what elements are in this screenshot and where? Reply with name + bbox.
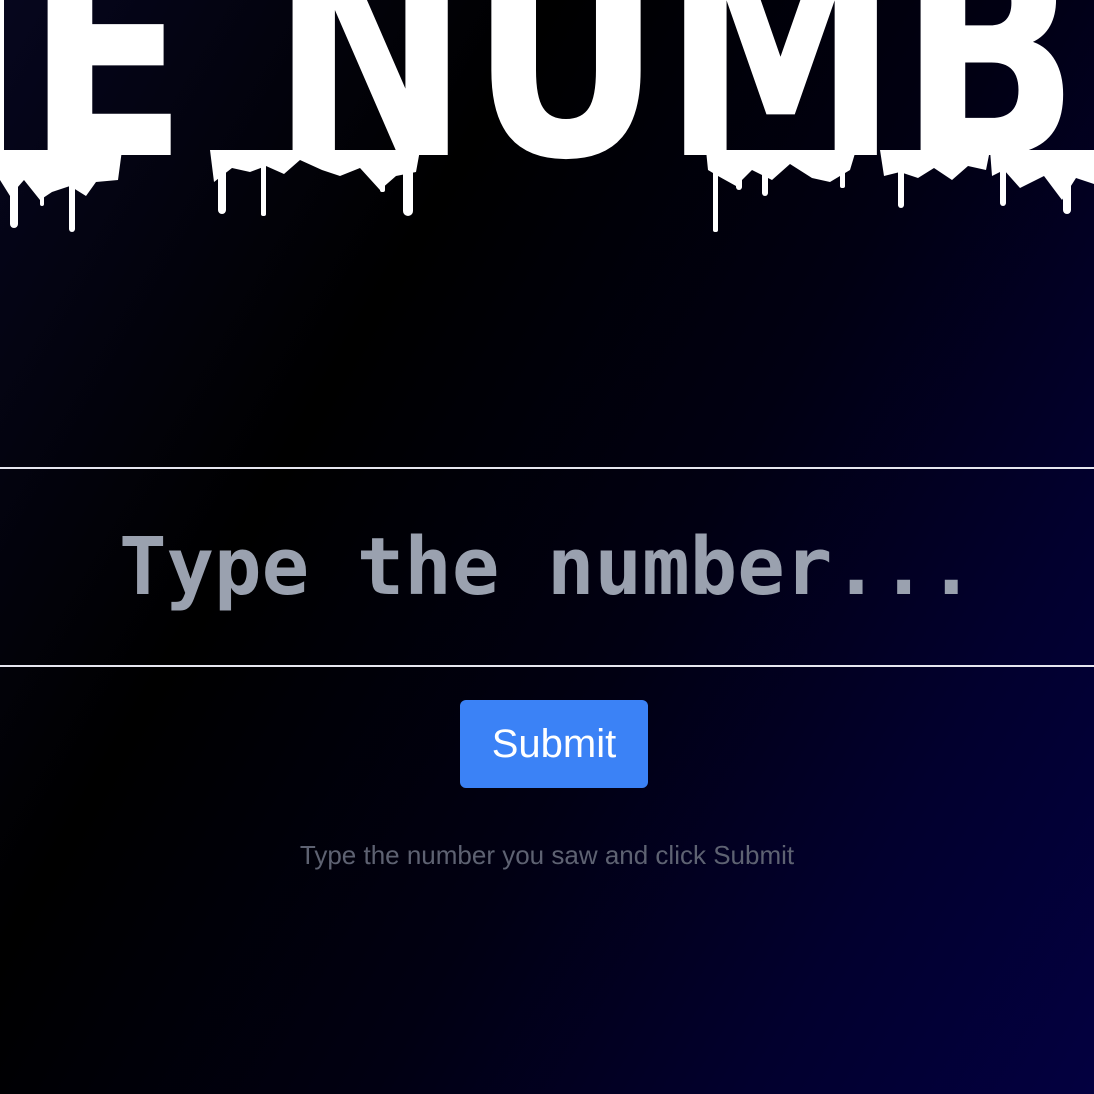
title-banner: THE NUMBER [0, 0, 1094, 240]
submit-button[interactable]: Submit [460, 700, 648, 788]
instruction-hint: Type the number you saw and click Submit [299, 840, 795, 870]
number-input[interactable] [0, 467, 1094, 667]
title-banner-text: THE NUMBER [0, 0, 1094, 224]
title-banner-art: THE NUMBER [0, 0, 1094, 232]
